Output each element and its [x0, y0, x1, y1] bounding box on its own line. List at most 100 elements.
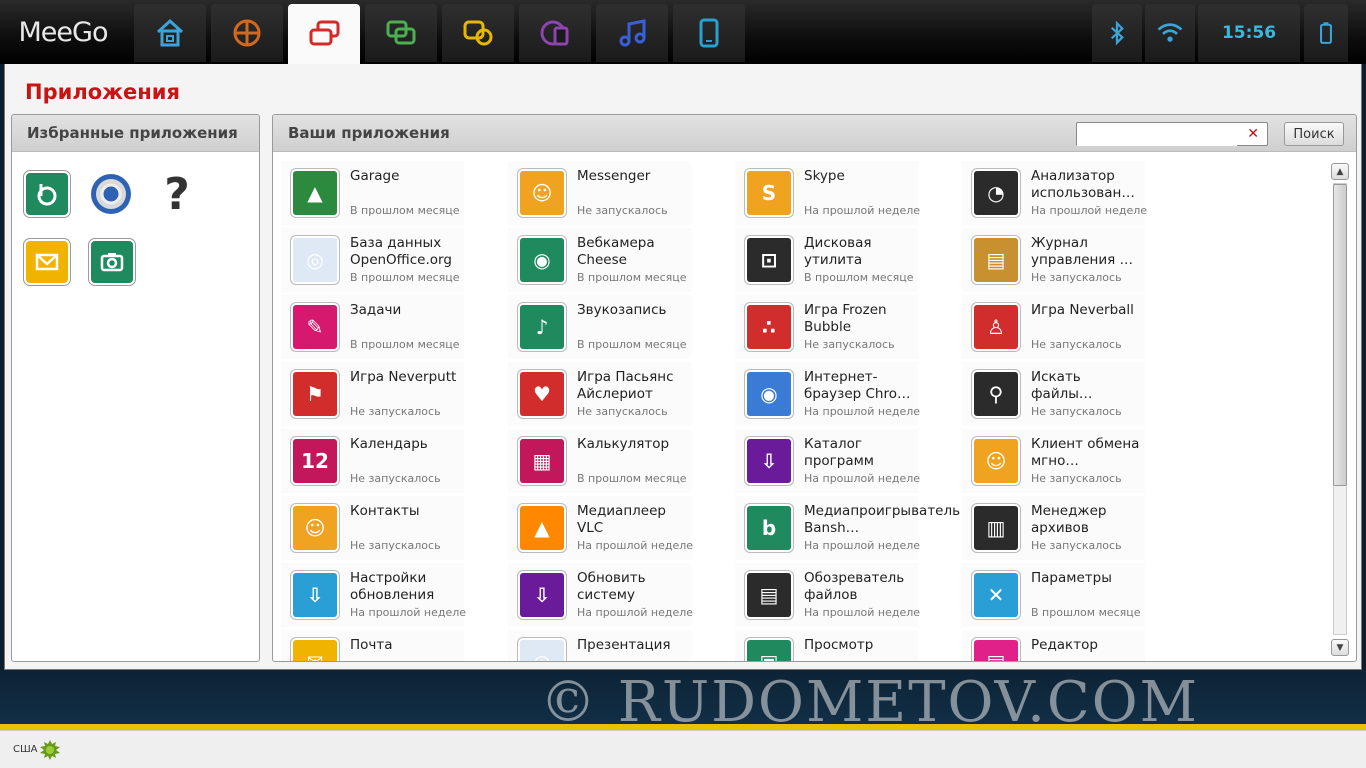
app-tile[interactable]: ✉ Почта [281, 630, 464, 661]
app-last-used: Не запускалось [1031, 472, 1122, 485]
status-button[interactable] [365, 4, 437, 62]
microphone-icon: ♪ [520, 305, 564, 349]
banshee-icon [37, 184, 57, 206]
app-last-used: Не запускалось [1031, 271, 1122, 284]
im-client-icon: ☺ [974, 439, 1018, 483]
app-tile[interactable]: ∴ Игра Frozen Bubble Не запускалось [735, 295, 918, 359]
tasks-icon: ✎ [293, 305, 337, 349]
app-name: Звукозапись [577, 302, 667, 318]
app-name: Клиент обмена мгно… [1031, 436, 1140, 469]
app-tile[interactable]: ◔ Анализатор использован… На прошлой недел… [962, 161, 1147, 225]
app-tile[interactable]: ◉ Вебкамера Cheese В прошлом месяце [508, 228, 691, 292]
app-name: Календарь [350, 436, 428, 452]
app-tile[interactable]: ☺ Messenger Не запускалось [508, 161, 691, 225]
wifi-button[interactable] [1145, 4, 1195, 62]
app-tile[interactable]: ▲ Медиаплеер VLC На прошлой неделе [508, 496, 694, 560]
app-tile[interactable]: ✎ Задачи В прошлом месяце [281, 295, 464, 359]
search-button[interactable]: Поиск [1284, 122, 1344, 146]
app-last-used: На прошлой неделе [577, 539, 694, 552]
chevron-up-icon: ▲ [1336, 166, 1344, 177]
camera-icon: ◉ [520, 238, 564, 282]
app-tile[interactable]: ▣ Просмотр [735, 630, 918, 661]
scrollbar[interactable]: ▲ ▼ [1331, 163, 1349, 657]
app-last-used: На прошлой неделе [804, 204, 921, 217]
app-tile[interactable]: b Медиапроигрыватель Bansh… На прошлой нед… [735, 496, 961, 560]
internet-button[interactable] [519, 4, 591, 62]
neverball-icon: ♙ [974, 305, 1018, 349]
app-tile[interactable]: ◎ База данных OpenOffice.org В прошлом мес… [281, 228, 464, 292]
search-field[interactable]: ✕ [1076, 122, 1268, 146]
update-notifier-icon[interactable] [40, 740, 60, 760]
app-tile[interactable]: ▥ Менеджер архивов Не запускалось [962, 496, 1145, 560]
archive-icon: ▥ [974, 506, 1018, 550]
people-button[interactable] [442, 4, 514, 62]
app-tile[interactable]: ▦ Калькулятор В прошлом месяце [508, 429, 691, 493]
app-tile[interactable]: ♪ Звукозапись В прошлом месяце [508, 295, 691, 359]
keyboard-layout-indicator[interactable]: США [13, 744, 38, 755]
catalog-icon: ⇩ [747, 439, 791, 483]
app-last-used: В прошлом месяце [1031, 606, 1141, 619]
bluetooth-button[interactable] [1092, 4, 1142, 62]
app-tile[interactable]: ⊡ Дисковая утилита В прошлом месяце [735, 228, 918, 292]
app-tile[interactable]: ⇩ Обновить систему На прошлой неделе [508, 563, 693, 627]
favorite-mail[interactable] [26, 241, 68, 283]
scroll-up-button[interactable]: ▲ [1331, 163, 1349, 180]
app-tile[interactable]: ⚑ Игра Neverputt Не запускалось [281, 362, 464, 426]
desktop-wallpaper: © RUDOMETOV.COM [0, 670, 1366, 730]
status-bar: США [0, 730, 1366, 768]
favorite-chrome[interactable] [90, 173, 132, 215]
cards-icon: ♥ [520, 372, 564, 416]
favorite-help[interactable]: ? [156, 169, 198, 220]
battery-button[interactable] [1304, 4, 1348, 62]
editor-icon: ▤ [974, 640, 1018, 661]
app-name: Skype [804, 168, 845, 184]
applications-button[interactable] [288, 4, 360, 64]
app-tile[interactable]: ☺ Клиент обмена мгно… Не запускалось [962, 429, 1145, 493]
clear-search-icon[interactable]: ✕ [1247, 126, 1259, 142]
app-tile[interactable]: ⇩ Каталог программ На прошлой неделе [735, 429, 920, 493]
zones-button[interactable] [211, 4, 283, 62]
favorites-panel: Избранные приложения ? [11, 114, 260, 662]
scrollbar-thumb[interactable] [1333, 184, 1347, 486]
scrollbar-track[interactable] [1333, 183, 1347, 635]
app-tile[interactable]: ✕ Параметры В прошлом месяце [962, 563, 1145, 627]
app-name: Медиапроигрыватель Bansh… [804, 503, 961, 536]
media-button[interactable] [596, 4, 668, 62]
vlc-icon: ▲ [520, 506, 564, 550]
home-zone-button[interactable] [134, 4, 206, 62]
app-tile[interactable]: ♥ Игра Пасьянс Айслериот Не запускалось [508, 362, 691, 426]
app-name: Журнал управления … [1031, 235, 1134, 268]
clock-button[interactable]: 15:56 [1198, 4, 1300, 62]
contacts-icon: ☺ [293, 506, 337, 550]
applications-icon [309, 20, 340, 46]
app-tile[interactable]: 12 Календарь Не запускалось [281, 429, 464, 493]
app-tile[interactable]: ♙ Игра Neverball Не запускалось [962, 295, 1145, 359]
app-tile[interactable]: ▤ Редактор [962, 630, 1145, 661]
app-tile[interactable]: ▲ Garage В прошлом месяце [281, 161, 464, 225]
devices-button[interactable] [673, 4, 745, 62]
search-input[interactable] [1077, 123, 1237, 146]
app-last-used: Не запускалось [1031, 539, 1122, 552]
settings-icon: ✕ [974, 573, 1018, 617]
app-tile[interactable]: ☺ Контакты Не запускалось [281, 496, 464, 560]
app-tile[interactable]: S Skype На прошлой неделе [735, 161, 921, 225]
banshee-icon: b [747, 506, 791, 550]
scroll-down-button[interactable]: ▼ [1331, 639, 1349, 656]
app-tile[interactable]: ▤ Обозреватель файлов На прошлой неделе [735, 563, 920, 627]
app-name: Параметры [1031, 570, 1112, 586]
app-tile[interactable]: ⇩ Настройки обновления На прошлой неделе [281, 563, 466, 627]
log-icon: ▤ [974, 238, 1018, 282]
system-update-icon: ⇩ [520, 573, 564, 617]
app-last-used: Не запускалось [577, 204, 668, 217]
app-tile[interactable]: ⚲ Искать файлы… Не запускалось [962, 362, 1145, 426]
favorite-cheese[interactable] [91, 241, 133, 283]
app-tile[interactable]: ◎ Презентация [508, 630, 691, 661]
meego-logo[interactable]: MeeGo [0, 0, 126, 64]
app-last-used: В прошлом месяце [350, 204, 460, 217]
app-tile[interactable]: ◉ Интернет-браузер Chro… На прошлой неделе [735, 362, 920, 426]
app-last-used: Не запускалось [350, 472, 441, 485]
app-name: Менеджер архивов [1031, 503, 1107, 536]
app-tile[interactable]: ▤ Журнал управления … Не запускалось [962, 228, 1145, 292]
presentation-icon: ◎ [520, 640, 564, 661]
favorite-banshee[interactable] [26, 173, 68, 215]
